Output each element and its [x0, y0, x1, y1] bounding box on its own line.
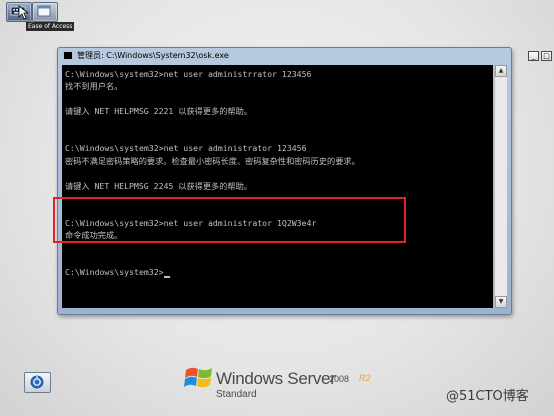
tooltip-caption: Ease of Access — [26, 22, 74, 31]
ease-of-access-window-button[interactable] — [32, 2, 58, 22]
console-line: 请键入 NET HELPMSG 2221 以获得更多的帮助。 — [65, 106, 252, 117]
console-line: 请键入 NET HELPMSG 2245 以获得更多的帮助。 — [65, 180, 252, 191]
maximize-button[interactable]: □ — [541, 51, 552, 61]
windows-logo-icon — [184, 367, 212, 388]
scroll-down-arrow-icon[interactable]: ▼ — [495, 296, 507, 308]
window-title: 管理员: C:\Windows\System32\osk.exe — [77, 51, 229, 60]
console-line: 密码不满足密码策略的要求。检查最小密码长度、密码复杂性和密码历史的要求。 — [65, 155, 360, 166]
annotation-highlight-box — [53, 197, 406, 243]
console-line: C:\Windows\system32> — [65, 266, 493, 278]
console-line: C:\Windows\system32>net user administrat… — [65, 143, 307, 154]
minimize-button[interactable]: _ — [528, 51, 539, 61]
console-output[interactable]: C:\Windows\system32>net user administrra… — [62, 65, 493, 308]
window-icon — [37, 5, 51, 17]
product-name: Windows Server — [216, 369, 336, 388]
ease-of-access-icon — [30, 375, 44, 389]
scroll-up-arrow-icon[interactable]: ▲ — [495, 65, 507, 77]
console-line: 找不到用户名。 — [65, 81, 123, 92]
vertical-scrollbar[interactable]: ▲ ▼ — [494, 65, 507, 308]
console-app-icon — [63, 51, 73, 60]
console-line: C:\Windows\system32>net user administrra… — [65, 69, 312, 79]
mouse-cursor-icon — [18, 5, 28, 20]
window-titlebar[interactable]: 管理员: C:\Windows\System32\osk.exe _ □ X — [58, 48, 552, 64]
product-version: 2008 — [329, 374, 350, 384]
text-cursor — [163, 275, 170, 278]
product-edition: Standard — [216, 389, 257, 400]
ease-of-access-button[interactable] — [24, 372, 51, 393]
product-release: R2 — [359, 373, 371, 383]
watermark-text: @51CTO博客 — [446, 389, 529, 404]
console-window[interactable]: 管理员: C:\Windows\System32\osk.exe _ □ X C… — [57, 47, 552, 315]
